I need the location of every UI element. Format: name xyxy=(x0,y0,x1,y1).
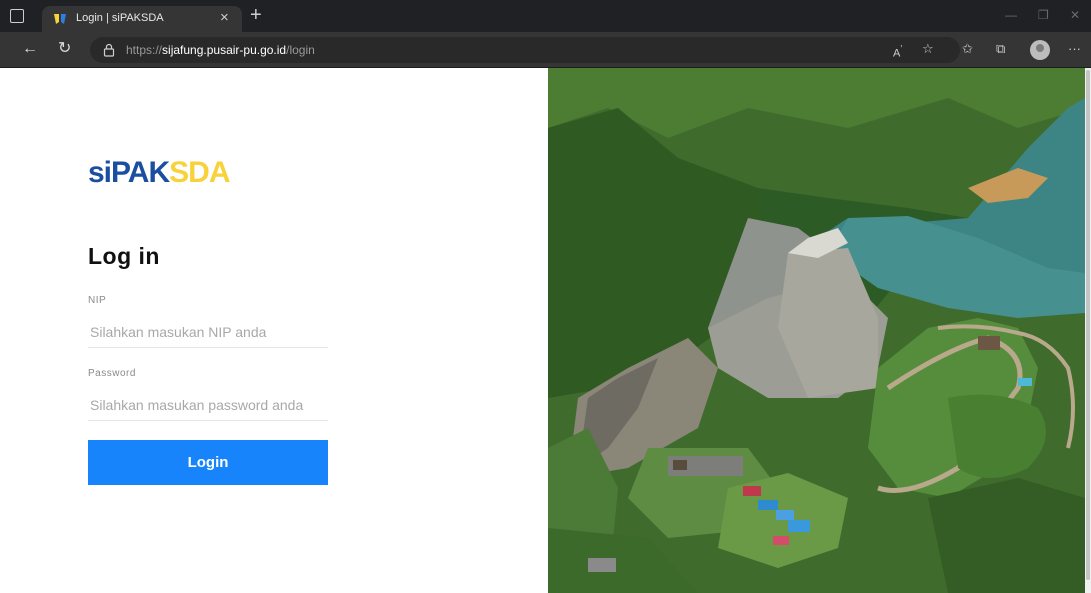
minimize-icon[interactable]: — xyxy=(1005,8,1017,22)
add-favorite-icon[interactable]: ☆ xyxy=(922,41,934,57)
tab-title: Login | siPAKSDA xyxy=(76,12,164,24)
more-options-icon[interactable]: ··· xyxy=(1068,41,1081,57)
page-title: Log in xyxy=(88,243,160,269)
close-window-icon[interactable]: ✕ xyxy=(1070,8,1080,22)
browser-tab[interactable]: Login | siPAKSDA × xyxy=(42,6,242,32)
address-bar[interactable]: https://sijafung.pusair-pu.go.id/login xyxy=(90,37,960,63)
lock-icon xyxy=(103,43,115,57)
nip-input[interactable] xyxy=(88,316,328,348)
refresh-icon[interactable]: ↻ xyxy=(58,39,71,59)
password-label: Password xyxy=(88,368,136,379)
browser-titlebar: Login | siPAKSDA × + — ❐ ✕ xyxy=(0,0,1091,32)
login-page: siPAKSDA Log in NIP Password Login xyxy=(0,68,1091,593)
restore-icon[interactable]: ❐ xyxy=(1038,8,1049,22)
url-text: https://sijafung.pusair-pu.go.id/login xyxy=(126,43,315,57)
page-scrollbar[interactable] xyxy=(1085,68,1091,593)
read-aloud-icon[interactable]: Aʼ xyxy=(893,41,902,62)
new-tab-icon[interactable]: + xyxy=(250,4,262,26)
back-icon[interactable]: ← xyxy=(22,39,38,59)
favorites-icon[interactable]: ✩ xyxy=(962,41,973,57)
close-tab-icon[interactable]: × xyxy=(220,9,229,26)
nip-label: NIP xyxy=(88,295,107,306)
profile-avatar[interactable] xyxy=(1030,40,1050,60)
collections-icon[interactable]: ⧉ xyxy=(996,41,1005,57)
browser-toolbar: ← ↻ https://sijafung.pusair-pu.go.id/log… xyxy=(0,32,1091,68)
tab-actions-icon[interactable] xyxy=(10,9,24,23)
sipaksda-logo: siPAKSDA xyxy=(88,156,230,189)
scrollbar-thumb[interactable] xyxy=(1086,70,1090,580)
login-button[interactable]: Login xyxy=(88,440,328,485)
password-input[interactable] xyxy=(88,389,328,421)
dam-aerial-photo xyxy=(548,68,1085,593)
site-favicon-icon xyxy=(54,14,66,24)
